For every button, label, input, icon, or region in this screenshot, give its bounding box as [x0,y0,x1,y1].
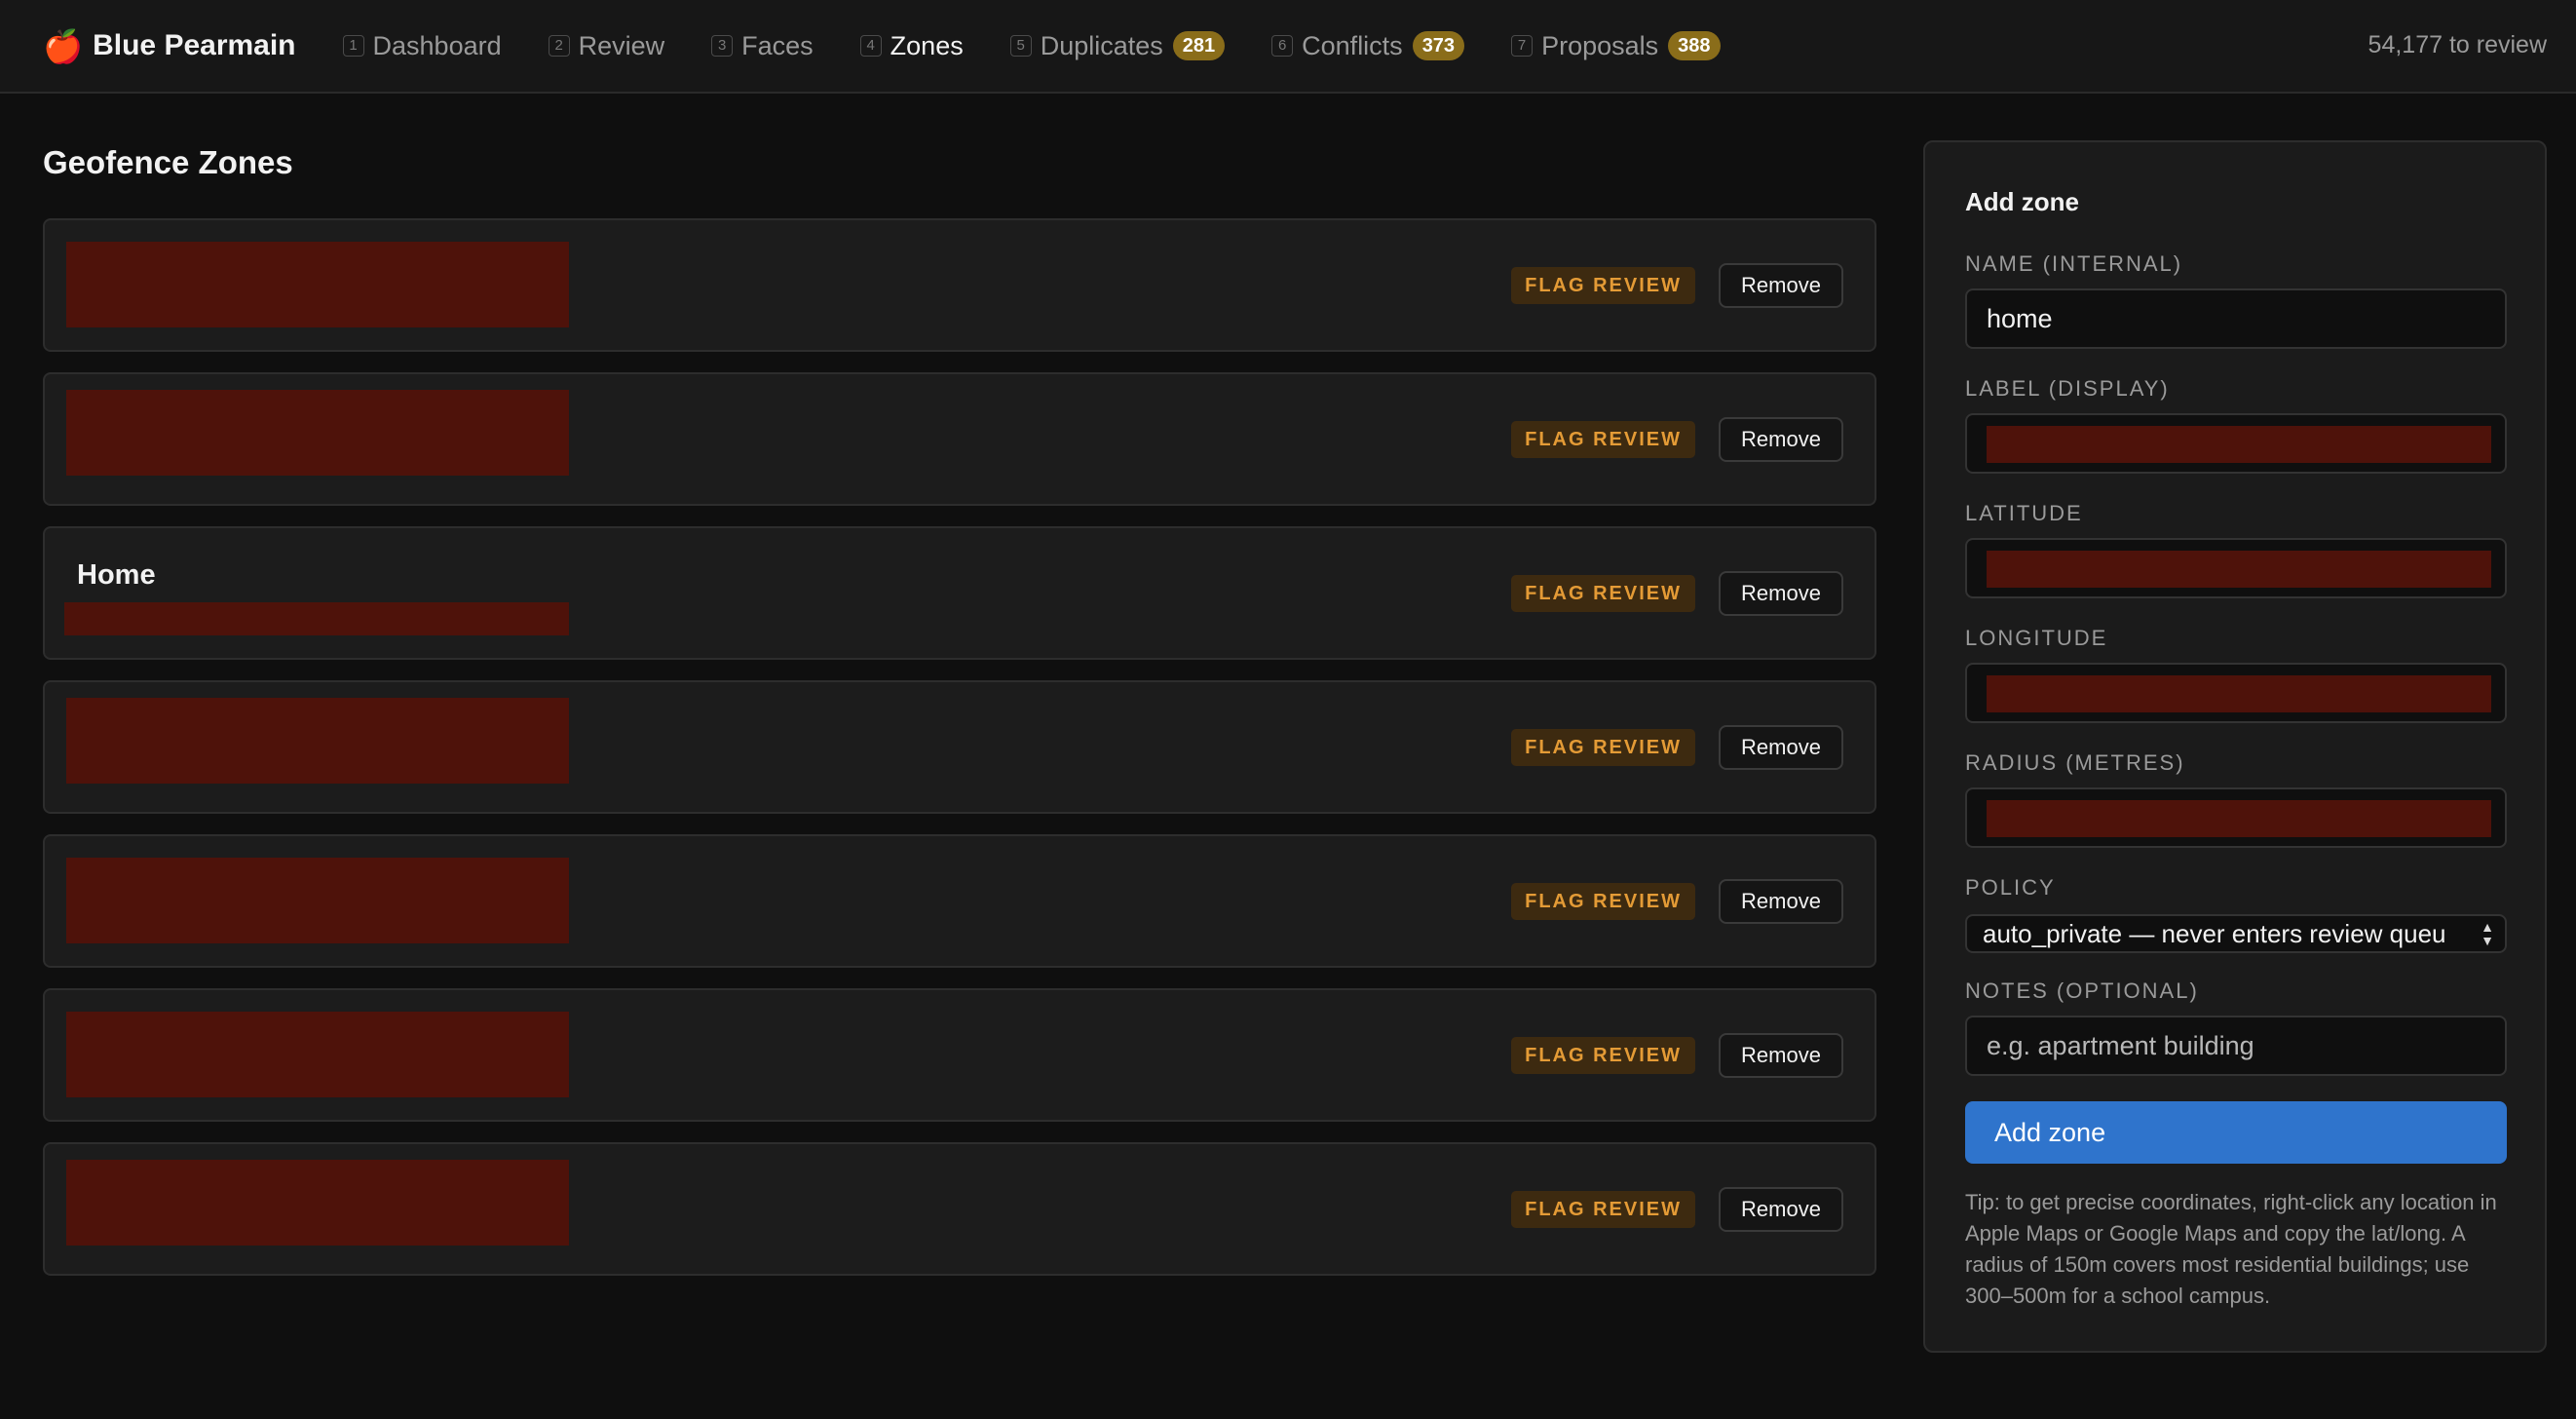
redacted-value [1987,800,2491,837]
redacted-zone-info [66,1160,569,1246]
nav-item-dashboard[interactable]: 1 Dashboard [342,30,502,61]
zone-card: Home FLAG REVIEW Remove [43,526,1876,660]
nav-item-label: Proposals [1541,30,1659,60]
redacted-value [1987,551,2491,588]
remove-zone-button[interactable]: Remove [1719,1187,1843,1232]
top-nav-bar: 🍎 Blue Pearmain 1 Dashboard 2 Review 3 F… [0,0,2576,94]
remove-zone-button[interactable]: Remove [1719,879,1843,924]
name-input[interactable] [1967,290,2505,347]
nav-item-label: Zones [890,30,964,60]
redacted-zone-info [66,698,569,784]
nav-item-faces[interactable]: 3 Faces [711,31,814,61]
zone-card: FLAG REVIEW Remove [43,1142,1876,1276]
brand-name: Blue Pearmain [93,29,296,61]
radius-label: RADIUS (METRES) [1965,750,2185,775]
display-label-input[interactable] [1965,413,2507,474]
remove-zone-button[interactable]: Remove [1719,1033,1843,1078]
count-badge: 281 [1172,31,1226,60]
name-label: NAME (INTERNAL) [1965,251,2183,276]
zone-card: FLAG REVIEW Remove [43,680,1876,814]
zone-card: FLAG REVIEW Remove [43,834,1876,968]
zone-card: FLAG REVIEW Remove [43,372,1876,506]
redacted-zone-info [66,1012,569,1097]
review-count: 54,177 to review [2368,31,2547,58]
policy-badge: FLAG REVIEW [1511,729,1695,766]
notes-label: NOTES (OPTIONAL) [1965,978,2199,1003]
latitude-label: LATITUDE [1965,501,2083,525]
nav-item-proposals[interactable]: 7 Proposals 388 [1511,30,1721,61]
remove-zone-button[interactable]: Remove [1719,263,1843,308]
count-badge: 373 [1412,31,1465,60]
policy-select[interactable]: auto_private — never enters review queu … [1965,914,2507,953]
add-zone-button[interactable]: Add zone [1965,1101,2507,1164]
latitude-input[interactable] [1965,538,2507,598]
zone-card: FLAG REVIEW Remove [43,988,1876,1122]
redacted-value [1987,426,2491,463]
count-badge: 388 [1668,31,1721,60]
display-label-label: LABEL (DISPLAY) [1965,376,2170,401]
coordinates-tip: Tip: to get precise coordinates, right-c… [1965,1190,2497,1308]
remove-zone-button[interactable]: Remove [1719,725,1843,770]
nav-item-label: Dashboard [372,30,502,60]
notes-field-box [1965,1016,2507,1076]
radius-input[interactable] [1965,787,2507,848]
nav-shortcut-key: 3 [711,35,734,57]
nav-shortcut-key: 6 [1271,35,1294,57]
nav-shortcut-key: 7 [1511,35,1534,57]
policy-badge: FLAG REVIEW [1511,1191,1695,1228]
redacted-value [1987,675,2491,712]
redacted-zone-info [66,390,569,476]
nav-item-review[interactable]: 2 Review [548,30,665,61]
notes-input[interactable] [1967,1017,2505,1074]
nav-item-label: Conflicts [1302,30,1403,60]
policy-label: POLICY [1965,875,2056,900]
nav-shortcut-key: 1 [342,35,364,57]
zone-card: FLAG REVIEW Remove [43,218,1876,352]
remove-zone-button[interactable]: Remove [1719,417,1843,462]
policy-badge: FLAG REVIEW [1511,883,1695,920]
zone-list: FLAG REVIEW Remove FLAG REVIEW Remove Ho… [43,218,1876,1296]
redacted-zone-info [66,858,569,943]
nav-item-label: Review [578,30,665,60]
page-title: Geofence Zones [43,144,293,180]
brand[interactable]: 🍎 Blue Pearmain [43,29,296,62]
longitude-input[interactable] [1965,663,2507,723]
apple-logo-icon: 🍎 [43,27,84,64]
nav-item-conflicts[interactable]: 6 Conflicts 373 [1271,30,1465,61]
select-arrows-icon: ▲ ▼ [2481,919,2494,948]
policy-badge: FLAG REVIEW [1511,267,1695,304]
redacted-zone-info [64,602,569,635]
policy-badge: FLAG REVIEW [1511,575,1695,612]
panel-title: Add zone [1965,187,2079,216]
nav-item-zones[interactable]: 4 Zones [859,30,964,61]
policy-badge: FLAG REVIEW [1511,1037,1695,1074]
policy-badge: FLAG REVIEW [1511,421,1695,458]
name-field-box [1965,288,2507,349]
nav-shortcut-key: 5 [1009,35,1032,57]
nav-item-label: Duplicates [1040,30,1163,60]
nav-item-duplicates[interactable]: 5 Duplicates 281 [1009,30,1226,61]
nav-shortcut-key: 4 [859,35,882,57]
zone-label: Home [77,559,156,591]
nav-item-label: Faces [741,30,814,60]
remove-zone-button[interactable]: Remove [1719,571,1843,616]
redacted-zone-info [66,242,569,327]
longitude-label: LONGITUDE [1965,626,2108,650]
nav-shortcut-key: 2 [548,35,570,57]
policy-selected-value: auto_private — never enters review queu [1983,919,2446,948]
add-zone-panel: Add zone NAME (INTERNAL) LABEL (DISPLAY)… [1923,140,2547,1353]
main-nav: 1 Dashboard 2 Review 3 Faces 4 Zones 5 D… [342,30,1767,61]
